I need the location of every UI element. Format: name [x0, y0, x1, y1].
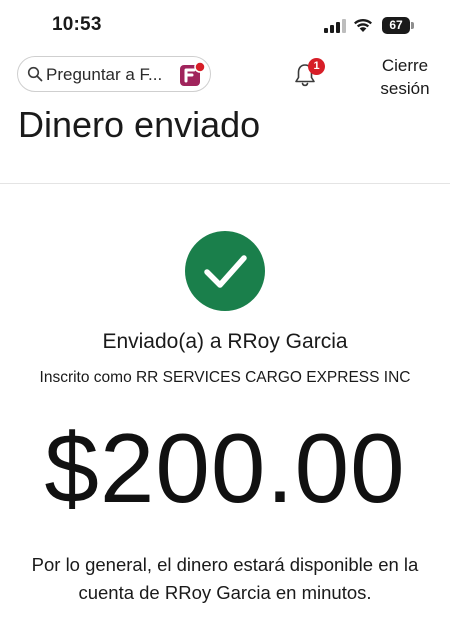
checkmark-icon: [204, 255, 247, 288]
enrolled-as-line: Inscrito como RR SERVICES CARGO EXPRESS …: [39, 369, 411, 386]
signal-icon: [324, 19, 346, 33]
notification-badge: 1: [308, 58, 325, 75]
money-sent-screen: 10:53 67 Preguntar a F... 1 Cierre sesió…: [0, 0, 450, 625]
fargo-assistant-icon[interactable]: [178, 61, 206, 88]
wifi-icon: [354, 18, 372, 32]
search-icon: [27, 66, 43, 82]
page-title: Dinero enviado: [18, 104, 261, 145]
logout-link[interactable]: Cierre sesión: [370, 54, 440, 100]
notifications-button[interactable]: 1: [293, 58, 327, 92]
battery-tip: [411, 22, 414, 29]
search-placeholder: Preguntar a F...: [46, 65, 163, 84]
status-time: 10:53: [52, 14, 102, 35]
battery-level: 67: [382, 17, 410, 34]
battery-icon: 67: [382, 17, 416, 34]
recipient-line: Enviado(a) a RRoy Garcia: [102, 330, 348, 353]
header-divider: [0, 183, 450, 184]
availability-note: Por lo general, el dinero estará disponi…: [31, 554, 419, 603]
sent-amount: $200.00: [44, 413, 406, 523]
status-bar: 10:53 67: [0, 0, 450, 50]
check-circle-icon: [185, 231, 265, 311]
search-fargo-bar[interactable]: Preguntar a F...: [17, 56, 211, 92]
